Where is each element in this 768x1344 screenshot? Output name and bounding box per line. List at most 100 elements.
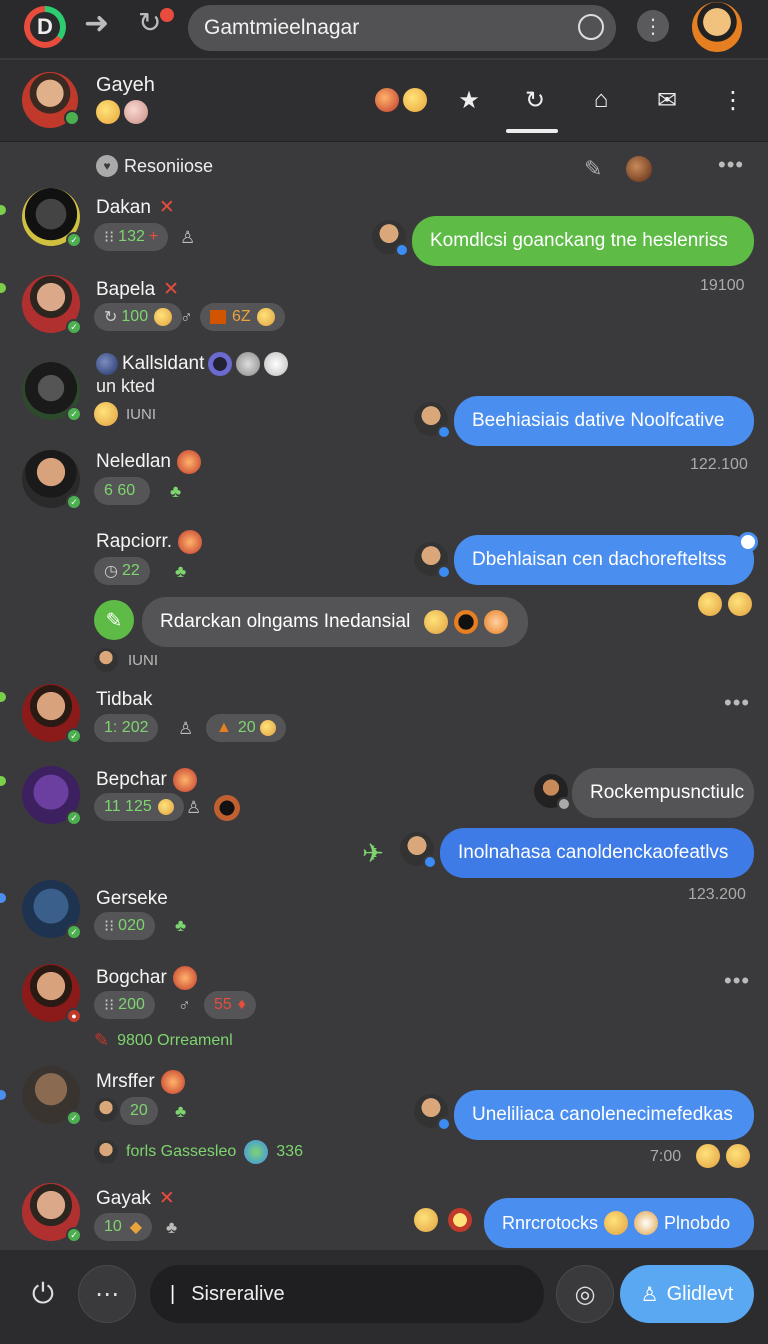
contact-note-row: ✎ 9800 Orreamenl <box>94 1030 233 1051</box>
group-icon: ♣ <box>166 1218 178 1237</box>
forward-arrow-icon[interactable]: ➜ <box>84 9 109 39</box>
more-options-icon[interactable]: ⋮ <box>637 10 669 42</box>
verified-badge <box>437 565 451 579</box>
message-text: Inolnahasa canoldenckaofeatlvs <box>458 842 729 863</box>
contact-avatar[interactable]: ✓ <box>22 188 82 248</box>
camera-icon[interactable]: ◎ <box>556 1265 614 1323</box>
stat-value: 10 <box>104 1218 122 1235</box>
sender-avatar[interactable] <box>534 774 571 811</box>
touch-icon[interactable] <box>578 14 604 40</box>
contact-avatar[interactable]: ✓ <box>22 275 82 335</box>
power-icon[interactable]: ⏻ <box>14 1265 72 1323</box>
group-icon: ♣ <box>170 482 182 501</box>
contact-name: Rapciorr. <box>96 531 173 552</box>
message-time: 7:00 <box>650 1148 682 1165</box>
more-horizontal-icon[interactable]: ••• <box>724 690 750 716</box>
more-horizontal-icon[interactable]: ••• <box>718 152 744 178</box>
emoji-icon[interactable] <box>726 1144 750 1168</box>
message-bubble[interactable]: Rdarckan olngams Inedansial <box>142 597 528 647</box>
drop-icon: ♦ <box>237 996 246 1013</box>
emoji-icon <box>124 100 148 124</box>
heart-icon: ♥ <box>96 155 118 177</box>
more-vert-icon[interactable]: ⋮ <box>700 80 766 120</box>
contact-avatar[interactable]: ✓ <box>22 880 82 940</box>
plus-icon: + <box>148 228 159 245</box>
sender-avatar[interactable] <box>414 1094 451 1131</box>
message-text: Rockempusnctiulc <box>590 782 745 803</box>
message-bubble[interactable]: Uneliliaca canolenecimefedkas <box>454 1090 754 1140</box>
address-bar[interactable]: Gamtmieelnagar <box>188 5 616 51</box>
status-text: IUNI <box>126 405 156 423</box>
message-text: Komdlcsi goanckang tne heslenriss <box>430 230 728 251</box>
sender-avatar[interactable] <box>372 220 409 257</box>
close-icon[interactable]: ✕ <box>159 197 175 218</box>
close-icon[interactable]: ✕ <box>159 1188 175 1209</box>
contact-name-row: Mrsffer <box>96 1070 185 1094</box>
message-bubble[interactable]: Rockempusnctiulc <box>572 768 754 818</box>
stat-value: 22 <box>121 562 140 579</box>
timer-icon: ◷ <box>104 563 118 580</box>
contact-avatar[interactable]: ✓ <box>22 684 82 744</box>
contact-avatar[interactable]: ● <box>22 964 82 1024</box>
message-text: Plnobdo <box>664 1212 731 1233</box>
more-horizontal-icon[interactable]: ••• <box>724 968 750 994</box>
contact-name-row: Gayak ✕ <box>96 1187 175 1210</box>
reaction-icon[interactable] <box>626 156 652 182</box>
verified-badge <box>437 425 451 439</box>
stat-pill: 6Z <box>200 303 285 331</box>
contact-name: Mrsffer <box>96 1071 155 1092</box>
send-button[interactable]: ♙ Glidlevt <box>620 1265 754 1323</box>
refresh-icon[interactable]: ↻ <box>138 9 161 37</box>
mini-avatar <box>94 1098 118 1122</box>
star-icon[interactable]: ★ <box>436 80 502 120</box>
emoji-tab[interactable] <box>370 80 436 120</box>
lock-icon[interactable]: ⌂ <box>568 80 634 120</box>
message-input[interactable]: | Sisreralive <box>150 1265 544 1323</box>
contact-avatar[interactable]: ✓ <box>22 362 82 422</box>
message-time: 122.100 <box>690 456 748 473</box>
mail-icon[interactable]: ✉ <box>634 80 700 120</box>
tag-icon: ◆ <box>129 1219 143 1236</box>
rocket-icon: ✈ <box>362 838 384 868</box>
sender-avatar[interactable] <box>414 402 451 439</box>
message-bubble[interactable]: Dbehlaisan cen dachorefteltss <box>454 535 754 585</box>
contact-name-row: Bapela ✕ <box>96 278 179 301</box>
message-bubble[interactable]: Komdlcsi goanckang tne heslenriss <box>412 216 754 266</box>
status-badge: ● <box>66 1008 82 1024</box>
profile-avatar[interactable] <box>692 2 742 52</box>
contact-name: Bogchar <box>96 967 167 988</box>
emoji-icon[interactable] <box>696 1144 720 1168</box>
emoji-icon[interactable] <box>698 592 722 616</box>
contact-name: Dakan <box>96 197 151 218</box>
contact-avatar[interactable]: ✓ <box>22 766 82 826</box>
contact-avatar[interactable]: ✓ <box>22 1183 82 1243</box>
verified-badge: ✓ <box>66 319 82 335</box>
stat-value: 020 <box>118 917 145 934</box>
emoji-icon[interactable] <box>448 1208 472 1232</box>
address-text: Gamtmieelnagar <box>204 16 360 39</box>
sender-avatar[interactable] <box>414 542 451 579</box>
contact-name: Bepchar <box>96 769 167 790</box>
message-bubble[interactable]: Rnrcrotocks Plnobdo <box>484 1198 754 1248</box>
emoji-icon[interactable] <box>414 1208 438 1232</box>
emoji-icon <box>172 768 197 792</box>
message-bubble[interactable]: Beehiasiais dative Noolfcative <box>454 396 754 446</box>
message-text: Rnrcrotocks <box>502 1212 599 1233</box>
group-icon: ♣ <box>175 562 187 581</box>
feather-icon[interactable]: ✎ <box>584 156 602 182</box>
emoji-icon[interactable] <box>728 592 752 616</box>
sender-avatar[interactable] <box>400 832 437 869</box>
verified-badge: ✓ <box>66 494 82 510</box>
chat-app-icon[interactable]: ✎ <box>94 600 134 640</box>
close-icon[interactable]: ✕ <box>163 279 179 300</box>
stat-value: 11 125 <box>104 798 152 815</box>
contact-note-row: forls Gassesleo 336 <box>94 1140 303 1164</box>
history-icon[interactable]: ↻ <box>502 80 568 120</box>
chat-bubble-icon[interactable]: ⋯ <box>78 1265 136 1323</box>
contact-avatar[interactable]: ✓ <box>22 1066 82 1126</box>
message-bubble[interactable]: Inolnahasa canoldenckaofeatlvs <box>440 828 754 878</box>
app-logo[interactable]: D <box>24 6 66 48</box>
online-indicator <box>0 692 6 702</box>
contact-avatar[interactable]: ✓ <box>22 450 82 510</box>
stat-pill: ⁝⁝ 132 + <box>94 223 169 251</box>
